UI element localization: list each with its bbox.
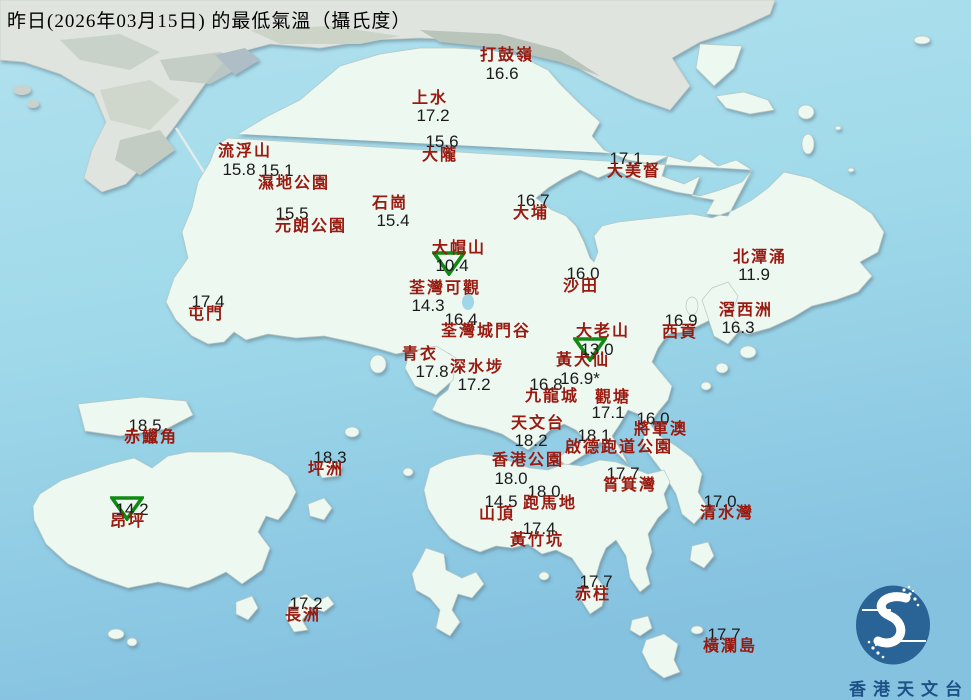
station-name: 九龍城	[524, 388, 580, 405]
logo-title-zh: 香港天文台	[849, 680, 969, 699]
station-value: 18.0	[494, 469, 528, 488]
station-value: 17.2	[457, 375, 491, 394]
station-value: 14.3	[411, 296, 445, 315]
station-name: 上水	[411, 90, 449, 107]
hko-logo: 香港天文台 HONG KONG OBSERVATORY	[840, 568, 971, 700]
station-name: 橫瀾島	[702, 638, 758, 655]
station-name: 筲箕灣	[602, 477, 658, 494]
station-name: 觀塘	[594, 389, 632, 406]
station-value: 17.1	[591, 403, 625, 422]
station-value: 17.8	[415, 362, 449, 381]
station-value: 15.8	[222, 160, 256, 179]
station-value: 10.4	[435, 256, 469, 275]
hko-emblem-icon	[856, 585, 930, 665]
station-name: 滘西洲	[718, 302, 774, 319]
station-value: 16.9*	[560, 369, 600, 388]
station-name: 元朗公園	[274, 218, 348, 235]
station-name: 西貢	[661, 324, 699, 341]
station-name: 北潭涌	[732, 249, 788, 266]
station-name: 黃竹坑	[509, 532, 565, 549]
station-name: 荃灣城門谷	[440, 323, 532, 340]
station-value: 18.2	[514, 431, 548, 450]
stations-layer: 16.6 打鼓嶺 17.2 上水 15.6 大隴 15.8 流浮山 15.1 濕地公園 15.5 元朗…	[0, 0, 971, 700]
station-name: 屯門	[187, 306, 225, 323]
station-name: 打鼓嶺	[479, 47, 535, 64]
station-name: 流浮山	[217, 143, 273, 160]
station-name: 大埔	[512, 205, 550, 222]
station-value: 16.3	[721, 318, 755, 337]
station-name: 天文台	[510, 415, 566, 432]
station-value: 17.2	[416, 106, 450, 125]
station-name: 大隴	[421, 147, 459, 164]
station-name: 大美督	[606, 163, 662, 180]
station-name: 沙田	[562, 278, 600, 295]
station-name: 深水埗	[449, 359, 505, 376]
station-name: 山頂	[478, 506, 516, 523]
station-name: 石崗	[371, 195, 409, 212]
station-name: 赤柱	[574, 586, 612, 603]
station-name: 跑馬地	[522, 495, 578, 512]
station-name: 昂坪	[109, 513, 147, 530]
station-name: 清水灣	[699, 505, 755, 522]
station-name: 長洲	[284, 607, 322, 624]
station-name: 赤鱲角	[123, 429, 179, 446]
station-value: 15.4	[376, 211, 410, 230]
station-value: 11.9	[738, 265, 770, 284]
station-name: 荃灣可觀	[408, 280, 482, 297]
station-value: 16.6	[485, 64, 519, 83]
station-name: 坪洲	[307, 461, 345, 478]
station-name: 青衣	[401, 346, 439, 363]
station-name: 將軍澳	[633, 421, 689, 438]
station-name: 大老山	[575, 323, 631, 340]
station-name: 濕地公園	[257, 175, 331, 192]
station-name: 黃大仙	[555, 352, 611, 369]
station-name: 啟德跑道公園	[564, 439, 674, 456]
station-name: 香港公園	[491, 452, 565, 469]
hko-min-temp-map: 昨日(2026年03月15日) 的最低氣溫（攝氏度） 16.6 打鼓嶺 17.2 上水…	[0, 0, 971, 700]
station-name: 大帽山	[431, 240, 487, 257]
